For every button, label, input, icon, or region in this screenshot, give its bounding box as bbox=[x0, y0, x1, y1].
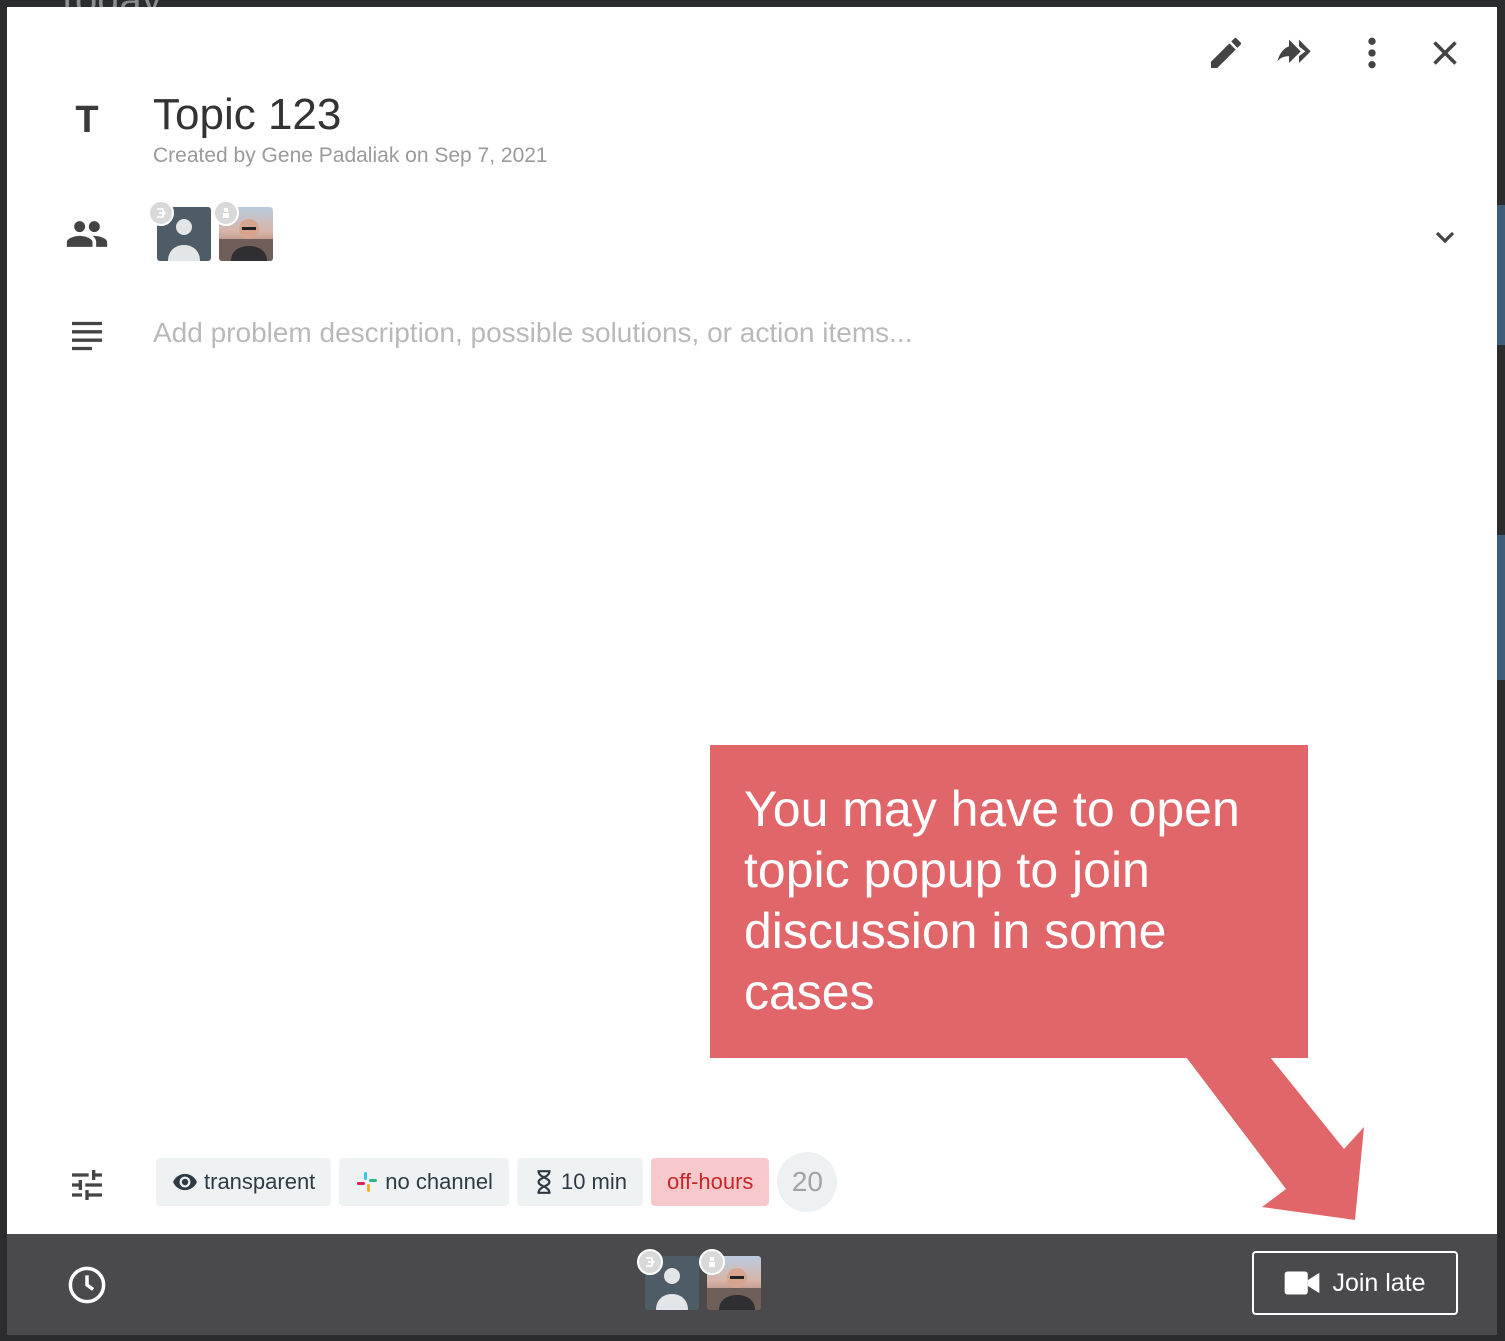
video-camera-icon bbox=[1285, 1271, 1320, 1295]
topic-title[interactable]: Topic 123 bbox=[153, 90, 341, 140]
sliders-icon bbox=[72, 1170, 102, 1200]
join-late-label: Join late bbox=[1332, 1268, 1426, 1297]
forward-button[interactable] bbox=[1275, 29, 1323, 77]
host-badge-icon bbox=[213, 200, 239, 226]
host-badge-icon bbox=[699, 1249, 725, 1275]
participants-icon-wrap bbox=[59, 212, 115, 256]
join-badge-icon bbox=[148, 200, 174, 226]
participants-expand-button[interactable] bbox=[1421, 213, 1469, 261]
channel-chip[interactable]: no channel bbox=[339, 1158, 509, 1206]
topic-popup: T Topic 123 Created by Gene Padaliak on … bbox=[7, 7, 1497, 1335]
edit-button[interactable] bbox=[1202, 29, 1250, 77]
slack-icon bbox=[357, 1172, 378, 1192]
background-strip bbox=[1497, 535, 1505, 680]
settings-icon-wrap bbox=[59, 1165, 115, 1205]
schedule-chip[interactable]: off-hours bbox=[651, 1158, 770, 1206]
pencil-icon bbox=[1211, 37, 1242, 68]
description-icon-wrap bbox=[59, 316, 115, 356]
people-icon bbox=[66, 221, 108, 247]
duration-chip-label: 10 min bbox=[560, 1169, 627, 1194]
topic-type-glyph: T bbox=[75, 99, 99, 141]
participant-limit-value: 20 bbox=[791, 1166, 823, 1197]
more-button[interactable] bbox=[1348, 29, 1396, 77]
visibility-chip[interactable]: transparent bbox=[156, 1158, 332, 1206]
hourglass-icon bbox=[537, 1170, 551, 1194]
background-strip bbox=[1497, 205, 1505, 345]
channel-chip-label: no channel bbox=[385, 1169, 493, 1194]
schedule-button[interactable] bbox=[63, 1261, 111, 1309]
callout-box: You may have to open topic popup to join… bbox=[710, 745, 1308, 1058]
callout-text: You may have to open topic popup to join… bbox=[744, 781, 1240, 1020]
footer-bar: Join late bbox=[7, 1234, 1497, 1335]
eye-icon bbox=[173, 1173, 197, 1191]
schedule-chip-label: off-hours bbox=[667, 1169, 754, 1194]
join-badge-icon bbox=[637, 1249, 663, 1275]
close-icon bbox=[1433, 41, 1457, 65]
vertical-dots-icon bbox=[1368, 37, 1376, 69]
double-forward-icon bbox=[1277, 39, 1311, 63]
visibility-chip-label: transparent bbox=[204, 1169, 316, 1194]
notes-icon bbox=[72, 321, 102, 351]
close-button[interactable] bbox=[1421, 29, 1469, 77]
settings-chips: transparent no channel 10 min off-hours … bbox=[156, 1152, 838, 1212]
topic-created-by: Created by Gene Padaliak on Sep 7, 2021 bbox=[153, 144, 548, 167]
chevron-down-icon bbox=[1435, 231, 1455, 244]
description-input[interactable]: Add problem description, possible soluti… bbox=[153, 317, 913, 349]
duration-chip[interactable]: 10 min bbox=[516, 1158, 643, 1206]
participant-limit-chip[interactable]: 20 bbox=[777, 1152, 838, 1212]
join-late-button[interactable]: Join late bbox=[1252, 1251, 1458, 1315]
topic-type-icon: T bbox=[59, 99, 115, 142]
clock-icon bbox=[68, 1266, 106, 1304]
